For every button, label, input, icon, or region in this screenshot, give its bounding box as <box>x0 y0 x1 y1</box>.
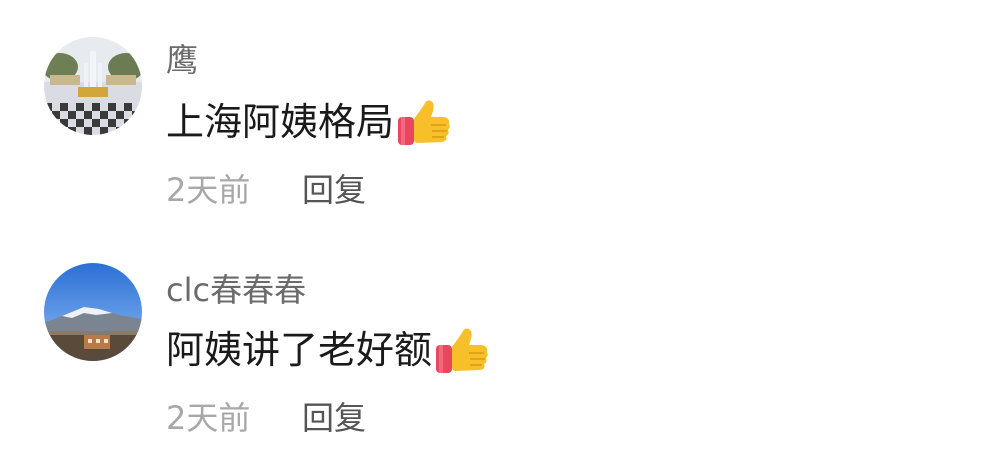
avatar[interactable] <box>44 263 142 361</box>
comment-text: 上海阿姨格局 <box>166 97 452 147</box>
username[interactable]: 鹰 <box>166 40 198 80</box>
thumbs-up-icon <box>398 100 450 145</box>
comment-time: 2天前 <box>166 171 251 209</box>
thumbs-up-icon <box>436 328 488 373</box>
avatar[interactable] <box>44 37 142 135</box>
comment-time: 2天前 <box>166 399 251 437</box>
comment-text-body: 阿姨讲了老好额 <box>166 328 433 372</box>
comment-item: 鹰 上海阿姨格局 2天前 回复 <box>0 0 981 230</box>
username[interactable]: clc春春春 <box>166 270 306 310</box>
reply-button[interactable]: 回复 <box>302 170 366 210</box>
avatar-fountain-image <box>44 37 142 135</box>
reply-button[interactable]: 回复 <box>302 398 366 438</box>
comment-text: 阿姨讲了老好额 <box>166 325 490 375</box>
avatar-mountain-image <box>44 263 142 361</box>
comment-item: clc春春春 阿姨讲了老好额 2天前 回复 <box>0 232 981 462</box>
comment-text-body: 上海阿姨格局 <box>166 100 395 144</box>
